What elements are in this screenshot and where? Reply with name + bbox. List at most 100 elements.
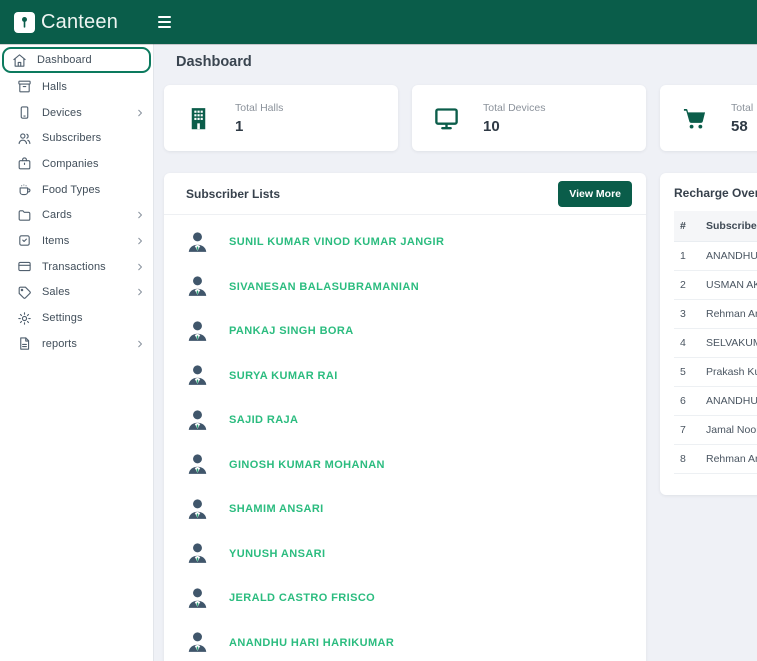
credit-card-icon [17, 259, 32, 274]
recharge-subscriber-name: ANANDHU SU [700, 242, 757, 271]
subscriber-list-item: SHAMIM ANSARI [164, 487, 646, 532]
subscriber-name-link[interactable]: ANANDHU HARI HARIKUMAR [229, 637, 394, 649]
recharge-table-row: 7Jamal Noorna [674, 416, 757, 445]
recharge-subscriber-name: Rehman Arsh [700, 445, 757, 474]
users-icon [17, 131, 32, 146]
recharge-overview-card: Recharge Overvie #Subscriber N 1ANANDHU … [660, 173, 757, 495]
recharge-table-row: 4SELVAKUMAR [674, 329, 757, 358]
page-title: Dashboard [176, 54, 252, 70]
sidebar-item-label: Halls [42, 81, 67, 93]
subscriber-lists-header: Subscriber Lists View More [164, 173, 646, 215]
avatar-icon [185, 586, 210, 611]
recharge-table-row: 1ANANDHU SU [674, 242, 757, 271]
recharge-row-number: 6 [674, 387, 700, 416]
subscriber-list-item: SIVANESAN BALASUBRAMANIAN [164, 265, 646, 310]
menu-toggle-icon[interactable] [154, 12, 175, 32]
brand-name: Canteen [41, 11, 118, 34]
recharge-table-row: 5Prakash Kuma [674, 358, 757, 387]
subscriber-name-link[interactable]: PANKAJ SINGH BORA [229, 325, 354, 337]
stat-value: 1 [235, 118, 283, 135]
recharge-subscriber-name: USMAN AKRA [700, 271, 757, 300]
sidebar-item-reports[interactable]: reports [0, 331, 153, 357]
recharge-row-number: 2 [674, 271, 700, 300]
stats-row: Total Halls 1 Total Devices10Total Ite58 [164, 85, 757, 151]
subscriber-list-item: SAJID RAJA [164, 398, 646, 443]
chevron-right-icon [135, 287, 145, 297]
sidebar-item-settings[interactable]: Settings [0, 305, 153, 331]
recharge-subscriber-name: Rehman Arsh [700, 300, 757, 329]
monitor-icon [433, 105, 460, 132]
sidebar-item-label: Devices [42, 107, 82, 119]
top-header: Canteen [0, 0, 757, 44]
file-icon [17, 336, 32, 351]
stat-value: 10 [483, 118, 545, 135]
subscriber-lists-card: Subscriber Lists View More SUNIL KUMAR V… [164, 173, 646, 661]
sidebar-item-transactions[interactable]: Transactions [0, 254, 153, 280]
folder-icon [17, 208, 32, 223]
subscriber-name-link[interactable]: YUNUSH ANSARI [229, 548, 325, 560]
canteen-logo-icon [14, 12, 35, 33]
sidebar-item-label: Dashboard [37, 54, 92, 66]
recharge-table: #Subscriber N 1ANANDHU SU2USMAN AKRA3Reh… [674, 211, 757, 474]
stat-card-total-devices: Total Devices10 [412, 85, 646, 151]
sidebar-item-sales[interactable]: Sales [0, 280, 153, 306]
subscriber-name-link[interactable]: SUNIL KUMAR VINOD KUMAR JANGIR [229, 236, 444, 248]
sidebar-item-label: Food Types [42, 184, 100, 196]
subscriber-list-item: SURYA KUMAR RAI [164, 354, 646, 399]
chevron-right-icon [135, 210, 145, 220]
recharge-table-row: 8Rehman Arsh [674, 445, 757, 474]
subscriber-name-link[interactable]: SAJID RAJA [229, 414, 298, 426]
sidebar-item-label: Cards [42, 209, 72, 221]
stat-label: Total Halls [235, 102, 283, 114]
sidebar-item-companies[interactable]: Companies [0, 151, 153, 177]
sidebar-nav: Dashboard Halls Devices Subscribers Companie… [0, 47, 153, 357]
building-icon [185, 105, 212, 132]
sidebar-item-cards[interactable]: Cards [0, 202, 153, 228]
sidebar-item-items[interactable]: Items [0, 228, 153, 254]
sidebar-item-subscribers[interactable]: Subscribers [0, 125, 153, 151]
subscriber-list-item: JERALD CASTRO FRISCO [164, 576, 646, 621]
avatar-icon [185, 408, 210, 433]
recharge-subscriber-name: Jamal Noorna [700, 416, 757, 445]
sidebar-item-food-types[interactable]: Food Types [0, 177, 153, 203]
tablet-icon [17, 105, 32, 120]
recharge-subscriber-name: ANANDHU SU [700, 387, 757, 416]
subscriber-list-item: GINOSH KUMAR MOHANAN [164, 443, 646, 488]
recharge-column-header: # [674, 211, 700, 242]
recharge-table-row: 6ANANDHU SU [674, 387, 757, 416]
stat-value: 58 [731, 118, 757, 135]
avatar-icon [185, 630, 210, 655]
stat-card-total-halls: Total Halls 1 [164, 85, 398, 151]
sidebar-item-label: Settings [42, 312, 83, 324]
recharge-overview-title: Recharge Overvie [660, 173, 757, 211]
recharge-row-number: 3 [674, 300, 700, 329]
subscriber-name-link[interactable]: SHAMIM ANSARI [229, 503, 324, 515]
brand-logo[interactable]: Canteen [14, 11, 118, 34]
recharge-row-number: 7 [674, 416, 700, 445]
sidebar-item-halls[interactable]: Halls [0, 74, 153, 100]
stat-card-total-ite: Total Ite58 [660, 85, 757, 151]
subscriber-list-item: ANANDHU HARI HARIKUMAR [164, 621, 646, 661]
subscriber-name-link[interactable]: GINOSH KUMAR MOHANAN [229, 459, 385, 471]
avatar-icon [185, 274, 210, 299]
subscriber-name-link[interactable]: SIVANESAN BALASUBRAMANIAN [229, 281, 419, 293]
recharge-row-number: 5 [674, 358, 700, 387]
recharge-subscriber-name: Prakash Kuma [700, 358, 757, 387]
recharge-row-number: 1 [674, 242, 700, 271]
subscriber-list-item: SUNIL KUMAR VINOD KUMAR JANGIR [164, 220, 646, 265]
subscriber-name-link[interactable]: JERALD CASTRO FRISCO [229, 592, 375, 604]
home-icon [12, 53, 27, 68]
sidebar-item-label: Companies [42, 158, 99, 170]
briefcase-icon [17, 156, 32, 171]
view-more-button[interactable]: View More [558, 181, 632, 207]
sidebar-item-dashboard[interactable]: Dashboard [2, 47, 151, 73]
subscriber-name-link[interactable]: SURYA KUMAR RAI [229, 370, 338, 382]
avatar-icon [185, 230, 210, 255]
subscriber-lists-title: Subscriber Lists [186, 187, 280, 201]
chevron-right-icon [135, 108, 145, 118]
sidebar-item-devices[interactable]: Devices [0, 100, 153, 126]
sidebar-item-label: Transactions [42, 261, 106, 273]
sidebar: Dashboard Halls Devices Subscribers Companie… [0, 44, 154, 661]
avatar-icon [185, 541, 210, 566]
sidebar-item-label: Sales [42, 286, 70, 298]
